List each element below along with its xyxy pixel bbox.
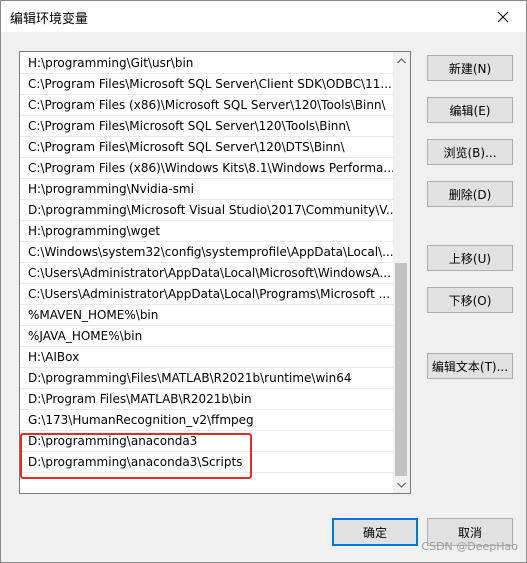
path-list-item[interactable]: %MAVEN_HOME%\bin [20, 305, 393, 326]
path-list-item[interactable]: C:\Program Files (x86)\Windows Kits\8.1\… [20, 158, 393, 179]
path-list[interactable]: H:\programming\Git\usr\bin C:\Program Fil… [19, 51, 411, 494]
ok-button[interactable]: 确定 [332, 518, 418, 546]
path-list-item[interactable]: H:\AIBox [20, 347, 393, 368]
scroll-thumb[interactable] [395, 263, 407, 476]
path-list-item[interactable]: D:\programming\Microsoft Visual Studio\2… [20, 200, 393, 221]
path-list-item[interactable]: C:\Program Files\Microsoft SQL Server\12… [20, 116, 393, 137]
chevron-down-icon [397, 482, 406, 488]
path-list-item[interactable]: C:\Users\Administrator\AppData\Local\Pro… [20, 284, 393, 305]
chevron-up-icon [397, 57, 406, 63]
path-list-item[interactable]: C:\Program Files\Microsoft SQL Server\Cl… [20, 74, 393, 95]
watermark: CSDN @DeepHao [421, 540, 518, 553]
vertical-scrollbar[interactable] [393, 52, 410, 493]
scroll-down-arrow[interactable] [393, 476, 410, 493]
path-list-item[interactable]: G:\173\HumanRecognition_v2\ffmpeg [20, 410, 393, 431]
close-button[interactable] [480, 1, 526, 32]
close-icon [497, 11, 509, 22]
path-list-item[interactable]: %JAVA_HOME%\bin [20, 326, 393, 347]
move-up-button[interactable]: 上移(U) [427, 245, 513, 271]
edit-button[interactable]: 编辑(E) [427, 97, 513, 123]
window-title: 编辑环境变量 [10, 12, 89, 27]
edit-text-button[interactable]: 编辑文本(T)... [427, 353, 513, 379]
path-list-item[interactable]: H:\programming\Git\usr\bin [20, 53, 393, 74]
edit-env-variable-dialog: 编辑环境变量 H:\programming\Git\usr\bin C:\Prog… [0, 0, 527, 563]
path-list-item[interactable]: H:\programming\wget [20, 221, 393, 242]
path-rows: H:\programming\Git\usr\bin C:\Program Fil… [20, 53, 393, 473]
path-list-item[interactable]: D:\programming\Files\MATLAB\R2021b\runti… [20, 368, 393, 389]
path-list-item[interactable]: C:\Program Files (x86)\Microsoft SQL Ser… [20, 95, 393, 116]
path-list-item[interactable]: H:\programming\Nvidia-smi [20, 179, 393, 200]
path-list-item[interactable]: C:\Users\Administrator\AppData\Local\Mic… [20, 263, 393, 284]
path-list-item[interactable]: C:\Program Files\Microsoft SQL Server\12… [20, 137, 393, 158]
move-down-button[interactable]: 下移(O) [427, 287, 513, 313]
browse-button[interactable]: 浏览(B)... [427, 139, 513, 165]
path-list-item[interactable]: C:\Windows\system32\config\systemprofile… [20, 242, 393, 263]
title-bar: 编辑环境变量 [1, 1, 526, 32]
path-list-item[interactable]: D:\Program Files\MATLAB\R2021b\bin [20, 389, 393, 410]
delete-button[interactable]: 删除(D) [427, 181, 513, 207]
scroll-up-arrow[interactable] [393, 52, 410, 69]
annotation-highlight-box [20, 433, 252, 479]
new-button[interactable]: 新建(N) [427, 55, 513, 81]
